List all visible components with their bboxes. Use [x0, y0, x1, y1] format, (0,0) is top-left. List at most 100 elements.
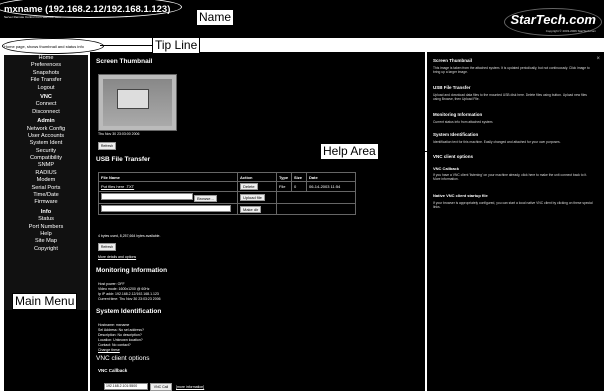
sidebar-background: [4, 310, 88, 391]
menu-item-security[interactable]: Security: [4, 148, 88, 155]
startech-logo[interactable]: StarTech.com Copyright © 2003-2006 StarT…: [504, 8, 602, 36]
new-dir-input[interactable]: [101, 205, 231, 212]
monitoring-line: Current time: Thu Nov 30 23:03:23 2006: [98, 297, 161, 301]
help-area: × Screen Thumbnail This image is taken f…: [427, 52, 604, 391]
monitoring-line: Video mode: 1600x1200 @ 60Hz: [98, 287, 150, 291]
help-text: Current status info from attached system…: [433, 120, 494, 124]
column-header: Action: [237, 172, 277, 182]
screen-thumbnail[interactable]: [98, 74, 177, 131]
menu-item-status[interactable]: Status: [4, 216, 88, 223]
column-header: Size: [291, 172, 307, 182]
help-heading: System Identification: [433, 132, 479, 137]
vnc-callback-title: VNC Callback: [98, 368, 128, 373]
table-row: Put files here .TXT Delete File 0 06-14-…: [98, 181, 356, 192]
upload-file-button[interactable]: Upload file: [240, 194, 265, 201]
menu-item-time-date[interactable]: Time/Date: [4, 192, 88, 199]
menu-item-snapshots[interactable]: Snapshots: [4, 70, 88, 77]
help-text: Upload and download data files to the mo…: [433, 93, 587, 102]
thumbnail-refresh-button[interactable]: Refresh: [98, 142, 116, 150]
monitoring-line: Host power: OFF: [98, 282, 125, 286]
tip-highlight-ellipse: [2, 38, 104, 54]
section-title-system-id: System Identification: [96, 308, 162, 315]
menu-item-site-map[interactable]: Site Map: [4, 238, 88, 245]
system-id-line: Sel Address: No sel address?: [98, 328, 144, 332]
disk-usage-text: 4 bytes used, 8,257,664 bytes available.: [98, 234, 161, 238]
help-heading: Monitoring Information: [433, 112, 483, 117]
menu-heading-info: Info: [40, 208, 52, 215]
help-heading: USB File Transfer: [433, 85, 471, 90]
help-text: Identification text for this machine. Ea…: [433, 140, 561, 144]
menu-item-radius[interactable]: RADIUS: [4, 170, 88, 177]
menu-heading-admin: Admin: [37, 118, 55, 125]
system-id-line: Description: No description?: [98, 333, 142, 337]
help-subheading: Native VNC client startup file: [433, 193, 488, 198]
menu-group-info: Info Status Port Numbers Help Site Map C…: [4, 209, 88, 253]
menu-item-modem[interactable]: Modem: [4, 177, 88, 184]
callout-tip-line: Tip Line: [152, 37, 201, 54]
make-dir-button[interactable]: Make dir: [240, 205, 262, 213]
menu-item-logout[interactable]: Logout: [4, 85, 88, 92]
help-text: If your browser is appropriately configu…: [433, 201, 593, 210]
thumbnail-timestamp: Thu Nov 30 23:03:00 2006: [98, 132, 140, 136]
vnc-callback-button[interactable]: VNC Call Back: [150, 383, 172, 391]
menu-group-main: Home Preferences Snapshots File Transfer…: [4, 55, 88, 92]
menu-item-preferences[interactable]: Preferences: [4, 62, 88, 69]
menu-item-snmp[interactable]: SNMP: [4, 162, 88, 169]
menu-item-system-ident[interactable]: System Ident: [4, 140, 88, 147]
system-id-line: Hostname: mxname: [98, 323, 130, 327]
menu-item-serial-ports[interactable]: Serial Ports: [4, 185, 88, 192]
file-table-header: File Name Action Type Size Date: [98, 172, 356, 182]
callout-name: Name: [196, 9, 235, 26]
monitoring-line: Ip IP addr: 192.168.2.12/192.168.1.123: [98, 292, 159, 296]
menu-heading-vnc: VNC: [40, 93, 52, 100]
help-heading: Screen Thumbnail: [433, 58, 473, 63]
callout-help-area: Help Area: [320, 143, 379, 160]
close-help-icon[interactable]: ×: [596, 56, 600, 62]
file-size: 0: [291, 181, 307, 192]
section-title-thumbnail: Screen Thumbnail: [96, 58, 153, 65]
callout-main-menu: Main Menu: [12, 293, 78, 310]
menu-item-copyright[interactable]: Copyright: [4, 246, 88, 253]
section-title-monitoring: Monitoring Information: [96, 267, 168, 274]
file-table: File Name Action Type Size Date Put file…: [98, 172, 356, 215]
section-title-vnc-options: VNC client options: [96, 355, 150, 362]
menu-group-admin: Admin Network Config User Accounts Syste…: [4, 118, 88, 207]
help-text: This image is taken from the attached sy…: [433, 66, 590, 75]
column-header: Date: [306, 172, 356, 182]
menu-item-port-numbers[interactable]: Port Numbers: [4, 224, 88, 231]
file-type: File: [276, 181, 292, 192]
menu-item-user-accounts[interactable]: User Accounts: [4, 133, 88, 140]
column-header: File Name: [98, 172, 238, 182]
help-subheading: VNC Callback: [433, 166, 460, 171]
more-details-link[interactable]: More details and options: [98, 255, 136, 259]
help-heading: VNC client options: [433, 154, 474, 159]
menu-item-firmware[interactable]: Firmware: [4, 199, 88, 206]
file-refresh-button[interactable]: Refresh: [98, 243, 116, 251]
upload-file-input[interactable]: [101, 193, 193, 200]
system-id-line: Contact: No contact?: [98, 343, 131, 347]
menu-item-home[interactable]: Home: [4, 55, 88, 62]
system-id-line: Location: Unknown location?: [98, 338, 143, 342]
menu-item-disconnect[interactable]: Disconnect: [4, 109, 88, 116]
menu-group-vnc: VNC Connect Disconnect: [4, 94, 88, 116]
vnc-more-info-link[interactable]: [more information]: [176, 385, 204, 389]
column-header: Type: [276, 172, 292, 182]
upload-row: Browse... Upload file: [98, 191, 356, 204]
vnc-callback-input[interactable]: 192.168.2.101:5500: [104, 383, 148, 390]
menu-item-compatibility[interactable]: Compatibility: [4, 155, 88, 162]
delete-file-button[interactable]: Delete: [240, 183, 258, 190]
help-text: If you have a VNC client 'listening' on …: [433, 173, 588, 182]
menu-item-network-config[interactable]: Network Config: [4, 126, 88, 133]
main-content: Screen Thumbnail Thu Nov 30 23:03:00 200…: [90, 52, 425, 391]
browse-button[interactable]: Browse...: [194, 195, 217, 202]
file-name-link[interactable]: Put files here .TXT: [98, 181, 238, 192]
logo-text: StarTech.com: [510, 12, 597, 27]
menu-item-help[interactable]: Help: [4, 231, 88, 238]
logo-copyright: Copyright © 2003-2006 StarTech.com: [545, 29, 596, 33]
main-menu: Home Preferences Snapshots File Transfer…: [4, 55, 88, 310]
menu-item-file-transfer[interactable]: File Transfer: [4, 77, 88, 84]
menu-item-connect[interactable]: Connect: [4, 101, 88, 108]
change-ident-link[interactable]: Change these: [98, 348, 120, 352]
mkdir-row: Make dir: [98, 203, 356, 215]
file-date: 06-14-2003 11:54: [306, 181, 356, 192]
